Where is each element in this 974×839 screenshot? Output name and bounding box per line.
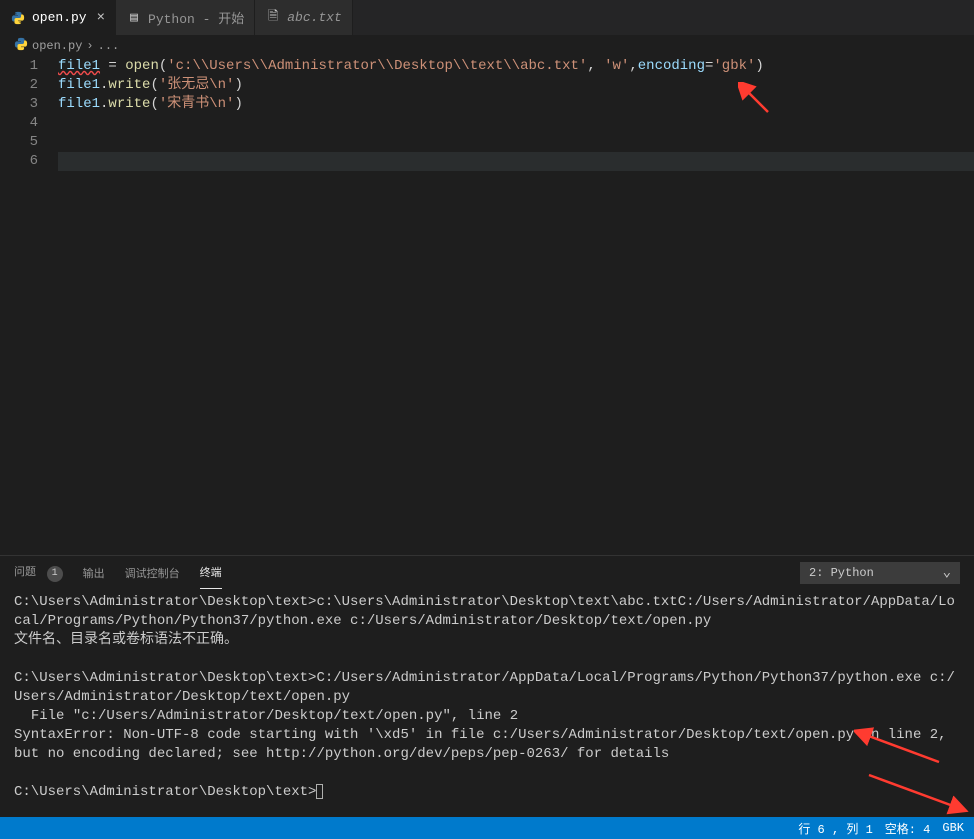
breadcrumb-sep: ›	[86, 39, 93, 53]
gutter: 123456	[0, 57, 58, 555]
tab-open-py[interactable]: open.py ×	[0, 0, 116, 35]
code-line[interactable]	[58, 133, 974, 152]
line-number: 3	[0, 95, 38, 114]
breadcrumb-file: open.py	[32, 39, 82, 53]
code-line[interactable]: file1.write('张无忌\n')	[58, 76, 974, 95]
python-icon	[14, 37, 28, 55]
code-line[interactable]: file1.write('宋青书\n')	[58, 95, 974, 114]
tab-abc-txt[interactable]: 🗎 abc.txt	[255, 0, 353, 35]
problems-badge: 1	[47, 566, 63, 582]
code-line[interactable]	[58, 152, 974, 171]
breadcrumb[interactable]: open.py › ...	[0, 35, 974, 57]
code-line[interactable]: file1 = open('c:\\Users\\Administrator\\…	[58, 57, 974, 76]
line-number: 2	[0, 76, 38, 95]
status-encoding[interactable]: GBK	[942, 821, 964, 835]
panel-tab-debug[interactable]: 调试控制台	[125, 557, 180, 589]
line-number: 4	[0, 114, 38, 133]
status-bar: 行 6 , 列 1 空格: 4 GBK	[0, 817, 974, 839]
tab-label: abc.txt	[287, 10, 342, 25]
tab-bar: open.py × ▤ Python - 开始 🗎 abc.txt	[0, 0, 974, 35]
preview-icon: ▤	[126, 10, 142, 26]
terminal-select[interactable]: 2: Python	[800, 562, 960, 584]
terminal[interactable]: C:\Users\Administrator\Desktop\text>c:\U…	[0, 589, 974, 817]
breadcrumb-rest: ...	[98, 39, 120, 53]
tab-python-start[interactable]: ▤ Python - 开始	[116, 0, 255, 35]
line-number: 1	[0, 57, 38, 76]
code-line[interactable]	[58, 114, 974, 133]
panel-tab-output[interactable]: 输出	[83, 557, 105, 589]
line-number: 5	[0, 133, 38, 152]
code-area[interactable]: file1 = open('c:\\Users\\Administrator\\…	[58, 57, 974, 555]
tab-label: Python - 开始	[148, 8, 244, 27]
panel-tab-terminal[interactable]: 终端	[200, 556, 222, 589]
status-spaces[interactable]: 空格: 4	[885, 820, 931, 837]
line-number: 6	[0, 152, 38, 171]
file-icon: 🗎	[265, 10, 281, 26]
editor[interactable]: 123456 file1 = open('c:\\Users\\Administ…	[0, 57, 974, 555]
python-icon	[10, 10, 26, 26]
terminal-cursor	[316, 784, 323, 799]
panel: 问题 1 输出 调试控制台 终端 2: Python C:\Users\Admi…	[0, 555, 974, 817]
close-icon[interactable]: ×	[97, 10, 105, 26]
panel-tab-problems[interactable]: 问题 1	[14, 555, 63, 590]
panel-tabs: 问题 1 输出 调试控制台 终端 2: Python	[0, 556, 974, 589]
tab-label: open.py	[32, 10, 87, 25]
status-line-col[interactable]: 行 6 , 列 1	[798, 820, 872, 837]
